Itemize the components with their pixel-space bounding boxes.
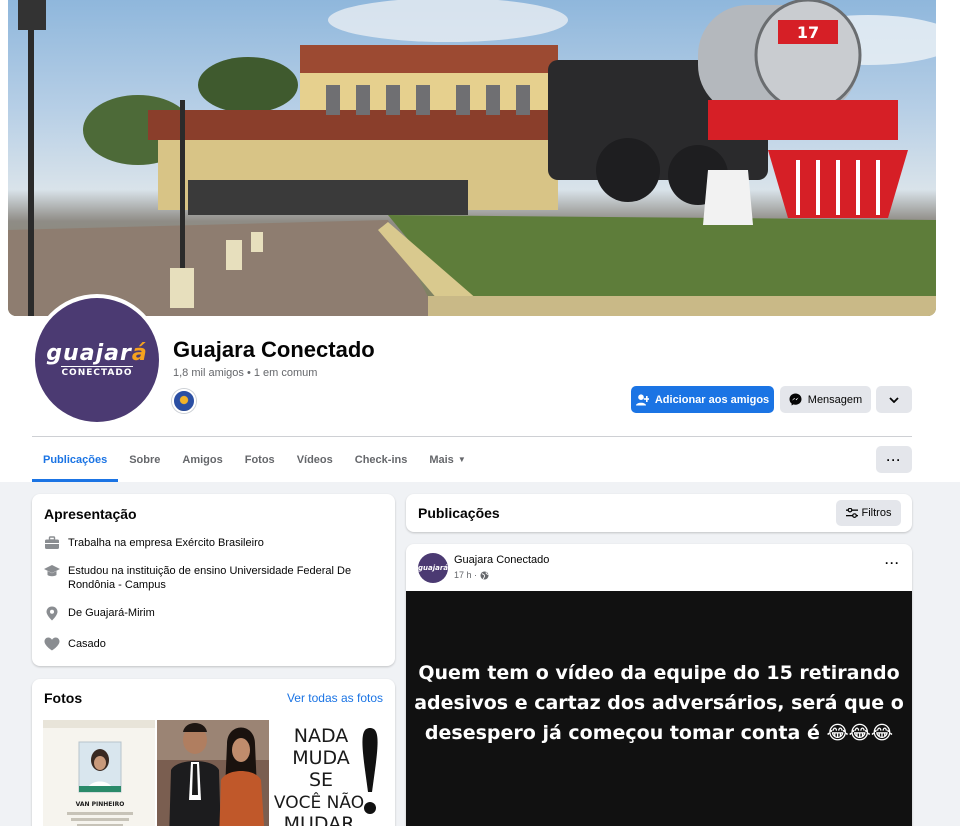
tabs-more-button[interactable]: ··· [876, 446, 912, 473]
tab-check-ins[interactable]: Check-ins [344, 437, 419, 482]
see-all-photos-link[interactable]: Ver todas as fotos [287, 691, 383, 705]
intro-card: Apresentação Trabalha na empresa Exércit… [32, 494, 395, 666]
logo-sub-text: CONECTADO [61, 365, 133, 378]
mutual-friend-avatar[interactable] [172, 389, 196, 413]
photo-thumbnail[interactable]: VAN PINHEIRO [43, 720, 155, 826]
intro-relationship-text: Casado [68, 638, 106, 650]
post-options-button[interactable]: ··· [885, 556, 900, 570]
photo3-line-3: SE [309, 769, 333, 791]
globe-icon [480, 571, 489, 579]
photo-thumbnail[interactable]: NADA MUDA SE VOCÊ NÃO MUDAR [271, 720, 384, 826]
message-button[interactable]: Mensagem [780, 386, 871, 413]
filters-button[interactable]: Filtros [836, 500, 901, 526]
photo3-line-2: MUDA [292, 747, 350, 769]
intro-item-hometown: De Guajará-Mirim [44, 606, 155, 621]
photo3-line-4: VOCÊ NÃO [274, 791, 364, 813]
add-friend-icon [635, 393, 649, 405]
caret-down-icon: ▼ [457, 455, 466, 464]
tab-mais[interactable]: Mais ▼ [418, 437, 476, 482]
profile-avatar[interactable]: guajará CONECTADO [31, 294, 163, 426]
ellipsis-icon: ··· [885, 556, 900, 570]
intro-work-text: Trabalha na empresa Exército Brasileiro [68, 537, 264, 549]
tab-mais-label: Mais [429, 453, 454, 466]
filters-label: Filtros [861, 507, 892, 519]
photos-title: Fotos [44, 690, 83, 706]
profile-name: Guajara Conectado [173, 337, 375, 362]
post-time-text: 17 h · [454, 570, 478, 580]
sliders-icon [845, 508, 858, 518]
photo1-name: VAN PINHEIRO [76, 801, 125, 808]
post-author-avatar[interactable]: guajará [418, 553, 448, 583]
photo3-line-5: MUDAR [284, 813, 355, 826]
chevron-down-icon [889, 396, 899, 403]
photos-card: Fotos Ver todas as fotos VAN PINHEIRO NA… [32, 679, 395, 826]
add-friend-button[interactable]: Adicionar aos amigos [631, 386, 774, 413]
posts-title: Publicações [418, 505, 500, 521]
intro-item-relationship: Casado [44, 637, 106, 651]
intro-item-education: Estudou na instituição de ensino Univers… [44, 564, 374, 592]
posts-header-card: Publicações Filtros [406, 494, 912, 532]
message-label: Mensagem [807, 393, 863, 406]
profile-tabs: Publicações Sobre Amigos Fotos Vídeos Ch… [32, 437, 477, 482]
post-card: guajará Guajara Conectado 17 h · ··· Que… [406, 544, 912, 826]
cover-photo[interactable]: 17 [8, 0, 936, 316]
photo3-line-1: NADA [294, 725, 349, 747]
ellipsis-icon: ··· [886, 452, 902, 467]
briefcase-icon [44, 536, 60, 550]
intro-hometown-text: De Guajará-Mirim [68, 607, 155, 619]
post-timestamp[interactable]: 17 h · [454, 570, 489, 580]
tab-publicacoes[interactable]: Publicações [32, 437, 119, 482]
profile-avatar-logo: guajará CONECTADO [35, 298, 159, 422]
tab-sobre[interactable]: Sobre [118, 437, 171, 482]
intro-education-text: Estudou na instituição de ensino Univers… [68, 565, 352, 591]
location-pin-icon [44, 606, 60, 621]
post-avatar-logo: guajará [417, 564, 449, 572]
tab-amigos[interactable]: Amigos [171, 437, 233, 482]
intro-title: Apresentação [44, 506, 137, 522]
post-text: Quem tem o vídeo da equipe do 15 retiran… [414, 662, 904, 744]
intro-item-work: Trabalha na empresa Exército Brasileiro [44, 536, 264, 550]
messenger-icon [789, 393, 802, 406]
graduation-cap-icon [44, 564, 60, 592]
cover-locomotive-number: 17 [797, 23, 819, 42]
tab-videos[interactable]: Vídeos [286, 437, 344, 482]
cover-photo-illustration: 17 [8, 0, 936, 316]
post-author-name[interactable]: Guajara Conectado [454, 554, 549, 566]
heart-icon [44, 637, 60, 651]
tab-fotos[interactable]: Fotos [234, 437, 286, 482]
logo-main-text: guajará [46, 340, 148, 366]
profile-more-button[interactable] [876, 386, 912, 413]
friends-count[interactable]: 1,8 mil amigos • 1 em comum [173, 367, 317, 379]
photo-thumbnail[interactable] [157, 720, 269, 826]
add-friend-label: Adicionar aos amigos [654, 393, 770, 406]
